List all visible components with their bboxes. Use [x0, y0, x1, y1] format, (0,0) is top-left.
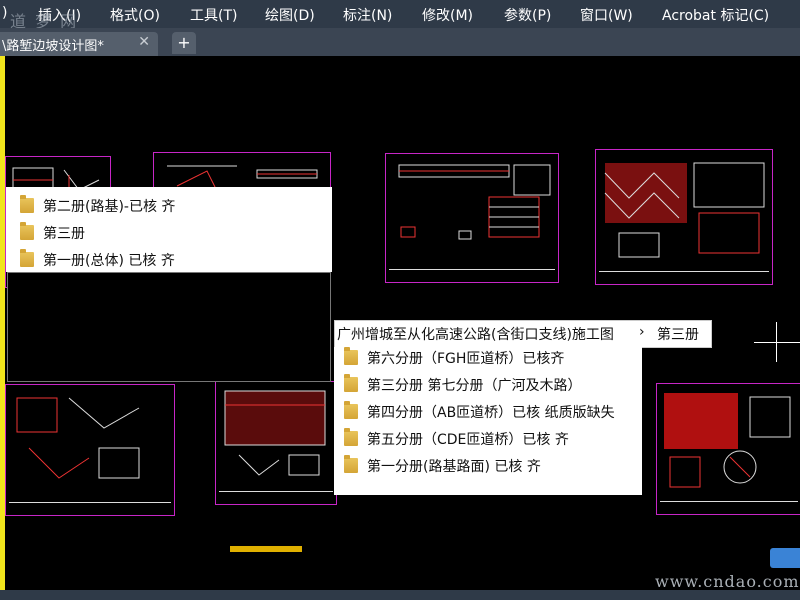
folder-item-label: 第三分册 第七分册（广河及木路）	[367, 378, 582, 394]
folder-item[interactable]: 第三分册 第七分册（广河及木路）	[344, 374, 582, 396]
folder-item[interactable]: 第六分册（FGH匝道桥）已核齐	[344, 347, 565, 369]
folder-item-label: 第二册(路基)-已核 齐	[43, 199, 176, 215]
menu-item-acrobat[interactable]: Acrobat 标记(C)	[662, 5, 769, 25]
menu-item-draw[interactable]: 绘图(D)	[265, 5, 315, 25]
drawing-content	[599, 153, 769, 270]
menu-bar: ) 插入(I) 格式(O) 工具(T) 绘图(D) 标注(N) 修改(M) 参数…	[0, 0, 800, 28]
folder-icon	[344, 455, 358, 473]
folder-item[interactable]: 第三册	[20, 222, 85, 244]
breadcrumb-current[interactable]: 第三册	[657, 324, 699, 344]
document-tab[interactable]: \路堑边坡设计图* ✕	[0, 32, 158, 56]
drawing-content	[9, 388, 171, 501]
folder-icon	[20, 249, 34, 267]
menu-item-format[interactable]: 格式(O)	[110, 5, 160, 25]
folder-icon	[344, 374, 358, 392]
drawing-sheet[interactable]	[5, 384, 175, 516]
menu-item-tools[interactable]: 工具(T)	[190, 5, 237, 25]
crosshair-cursor-horizontal	[754, 342, 800, 343]
drawing-lines	[398, 164, 551, 240]
folder-item-label: 第四分册（AB匝道桥）已核 纸质版缺失	[367, 405, 615, 421]
command-button[interactable]	[770, 548, 800, 568]
drawing-lines	[16, 397, 140, 479]
title-block	[599, 271, 769, 281]
title-block	[9, 502, 171, 512]
menu-item-modify[interactable]: 修改(M)	[422, 5, 473, 25]
chevron-right-icon: ›	[639, 324, 645, 340]
folder-icon	[344, 428, 358, 446]
breadcrumb[interactable]: 广州增城至从化高速公路(含街口支线)施工图 › 第三册	[334, 320, 712, 348]
drawing-lines	[604, 162, 765, 258]
folder-icon	[20, 222, 34, 240]
folder-item-label: 第三册	[43, 226, 85, 242]
folder-item[interactable]: 第四分册（AB匝道桥）已核 纸质版缺失	[344, 401, 615, 423]
watermark-url: www.cndao.com	[655, 572, 800, 591]
drawing-sheet[interactable]	[385, 153, 559, 283]
crosshair-cursor-vertical	[776, 322, 777, 362]
drawing-lines	[664, 393, 791, 488]
folder-item-label: 第一册(总体) 已核 齐	[43, 253, 175, 269]
status-bar	[0, 590, 800, 600]
title-block	[389, 269, 555, 279]
viewport-indicator	[230, 546, 302, 552]
menu-item-view[interactable]: )	[2, 5, 7, 21]
folder-icon	[344, 347, 358, 365]
breadcrumb-parent[interactable]: 广州增城至从化高速公路(含街口支线)施工图	[337, 324, 614, 344]
folder-item-label: 第一分册(路基路面) 已核 齐	[367, 459, 541, 475]
document-tab-bar: \路堑边坡设计图* ✕ +	[0, 28, 800, 56]
menu-item-parameter[interactable]: 参数(P)	[504, 5, 551, 25]
drawing-content	[219, 385, 333, 490]
title-block	[219, 491, 333, 501]
folder-item-label: 第六分册（FGH匝道桥）已核齐	[367, 351, 565, 367]
drawing-sheet[interactable]	[215, 381, 337, 505]
folder-icon	[344, 401, 358, 419]
title-block	[660, 501, 798, 511]
drawing-lines	[224, 390, 326, 476]
menu-item-dimension[interactable]: 标注(N)	[343, 5, 392, 25]
folder-list-left: 第二册(路基)-已核 齐 第三册 第一册(总体) 已核 齐	[6, 187, 332, 272]
drawing-sheet[interactable]	[595, 149, 773, 285]
close-icon[interactable]: ✕	[138, 34, 150, 50]
folder-item-label: 第五分册（CDE匝道桥）已核 齐	[367, 432, 569, 448]
folder-item[interactable]: 第一分册(路基路面) 已核 齐	[344, 455, 541, 477]
add-tab-button[interactable]: +	[172, 32, 196, 54]
preview-pane	[7, 272, 331, 382]
drawing-content	[660, 387, 798, 500]
folder-list-right: 第六分册（FGH匝道桥）已核齐 第三分册 第七分册（广河及木路） 第四分册（AB…	[334, 347, 642, 495]
drawing-sheet[interactable]	[656, 383, 800, 515]
menu-item-window[interactable]: 窗口(W)	[580, 5, 633, 25]
document-tab-label: \路堑边坡设计图*	[2, 39, 104, 54]
folder-item[interactable]: 第二册(路基)-已核 齐	[20, 195, 176, 217]
folder-item[interactable]: 第一册(总体) 已核 齐	[20, 249, 175, 271]
folder-icon	[20, 195, 34, 213]
folder-item[interactable]: 第五分册（CDE匝道桥）已核 齐	[344, 428, 569, 450]
drawing-content	[389, 157, 555, 268]
